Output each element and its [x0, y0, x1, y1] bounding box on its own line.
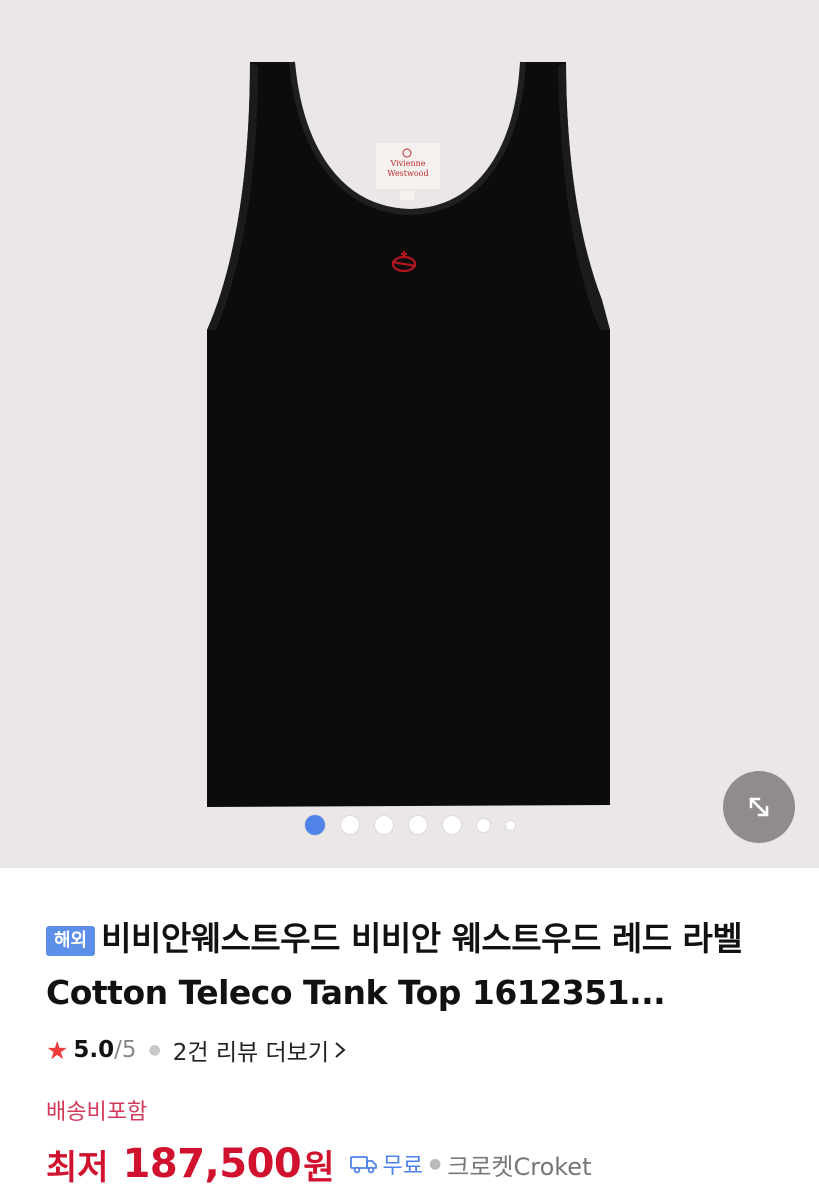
carousel-dot-4[interactable] — [408, 816, 427, 834]
carousel-dot-7[interactable] — [505, 820, 515, 830]
overseas-badge: 해외 — [46, 926, 96, 956]
separator-dot: ● — [429, 1156, 442, 1172]
product-image[interactable]: Vivienne Westwood — [0, 0, 819, 868]
product-image-gallery[interactable]: Vivienne Westwood — [0, 0, 819, 868]
carousel-dot-2[interactable] — [340, 816, 359, 834]
product-title: 비비안웨스트우드 비비안 웨스트우드 레드 라벨 Cotton Teleco T… — [46, 919, 743, 1012]
price-row: 최저 187,500 원 무료 ● 크로켓Croket — [46, 1136, 773, 1192]
label-text-line-1: Vivienne — [389, 159, 425, 168]
free-delivery: 무료 — [349, 1148, 423, 1180]
reviews-more-link[interactable]: 2건 리뷰 더보기 — [173, 1033, 347, 1067]
star-icon: ★ — [46, 1035, 69, 1065]
expand-image-button[interactable] — [723, 771, 795, 843]
lowest-price-label: 최저 — [46, 1147, 109, 1188]
label-text-line-2: Westwood — [387, 169, 428, 178]
carousel-dot-1[interactable] — [304, 815, 325, 835]
brand-neck-label: Vivienne Westwood — [376, 143, 440, 200]
carousel-dot-5[interactable] — [442, 816, 461, 834]
carousel-pagination — [0, 815, 819, 835]
separator-dot: ● — [148, 1042, 161, 1058]
delivery-label: 무료 — [382, 1154, 424, 1179]
product-info: 해외 비비안웨스트우드 비비안 웨스트우드 레드 라벨 Cotton Teleco… — [0, 912, 819, 1192]
carousel-dot-3[interactable] — [374, 816, 393, 834]
seller-name[interactable]: 크로켓Croket — [447, 1147, 591, 1182]
carousel-dot-6[interactable] — [476, 818, 490, 832]
product-title-block: 해외 비비안웨스트우드 비비안 웨스트우드 레드 라벨 Cotton Teleco… — [46, 912, 773, 1020]
shipping-note: 배송비포함 — [46, 1100, 148, 1125]
rating-max: /5 — [114, 1037, 137, 1063]
price-value: 187,500 — [122, 1141, 302, 1187]
chevron-right-icon — [335, 1042, 346, 1058]
price-unit: 원 — [303, 1147, 335, 1188]
rating-value: 5.0 — [73, 1037, 115, 1063]
truck-icon — [349, 1156, 377, 1174]
rating-row: ★ 5.0 /5 ● 2건 리뷰 더보기 — [46, 1034, 773, 1066]
reviews-link-label: 2건 리뷰 더보기 — [172, 1040, 329, 1066]
expand-arrows-icon — [749, 797, 769, 817]
